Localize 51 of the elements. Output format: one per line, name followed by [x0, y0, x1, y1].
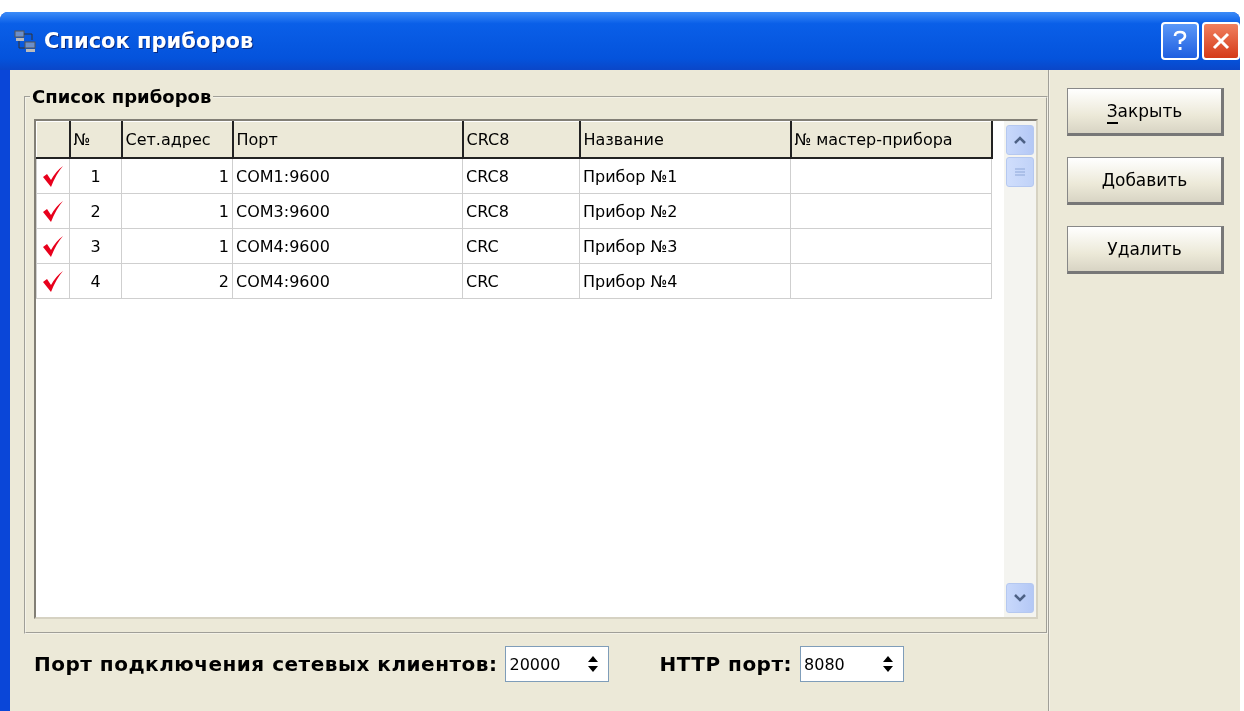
table-cell: 1 [121, 193, 233, 229]
table-cell: Прибор №1 [579, 158, 791, 194]
scroll-up-button[interactable] [1006, 125, 1034, 155]
table-cell: COM1:9600 [232, 158, 463, 194]
dialog-button[interactable]: Добавить [1067, 157, 1224, 205]
dialog-button[interactable]: Закрыть [1067, 88, 1224, 136]
http-port-field[interactable]: 8080 [800, 646, 905, 682]
scroll-down-button[interactable] [1006, 583, 1034, 613]
table-cell: 1 [121, 158, 233, 194]
column-header[interactable]: Название [579, 121, 791, 158]
window-title: Список приборов [44, 29, 254, 53]
table-cell: 1 [69, 158, 122, 194]
table-cell: CRC8 [462, 193, 580, 229]
table-cell: COM4:9600 [232, 263, 463, 299]
table-cell: 2 [69, 193, 122, 229]
grip-icon [1015, 168, 1025, 176]
close-icon [1212, 32, 1230, 50]
http-port-label: HTTP порт: [659, 652, 793, 676]
table-cell: 2 [121, 263, 233, 299]
scroll-thumb[interactable] [1006, 157, 1034, 187]
chevron-down-icon [1013, 593, 1027, 603]
dialog-button[interactable]: Удалить [1067, 226, 1224, 274]
check-cell[interactable] [36, 193, 70, 229]
client-port-label: Порт подключения сетевых клиентов: [34, 652, 498, 676]
chevron-up-icon [1013, 135, 1027, 145]
table-cell: COM4:9600 [232, 228, 463, 264]
column-header[interactable]: № мастер-прибора [790, 121, 992, 158]
client-port-field[interactable]: 20000 [505, 646, 610, 682]
table-cell: CRC [462, 228, 580, 264]
close-button[interactable] [1202, 22, 1240, 60]
check-cell[interactable] [36, 158, 70, 194]
question-icon [1172, 30, 1188, 52]
column-header[interactable]: CRC8 [462, 121, 580, 158]
help-button[interactable] [1161, 22, 1199, 60]
check-cell[interactable] [36, 228, 70, 264]
column-header[interactable]: Сет.адрес [121, 121, 233, 158]
check-cell[interactable] [36, 263, 70, 299]
computers-icon [14, 30, 36, 52]
table-cell: 3 [69, 228, 122, 264]
column-header[interactable]: № [69, 121, 122, 158]
table-cell: Прибор №3 [579, 228, 791, 264]
table-cell: COM3:9600 [232, 193, 463, 229]
table-cell: CRC [462, 263, 580, 299]
table-cell: 1 [121, 228, 233, 264]
table-cell: CRC8 [462, 158, 580, 194]
scrollbar[interactable] [1004, 121, 1036, 617]
group-title: Список приборов [31, 86, 213, 107]
table-cell: Прибор №2 [579, 193, 791, 229]
table-cell: 4 [69, 263, 122, 299]
table-cell: Прибор №4 [579, 263, 791, 299]
column-header[interactable]: Порт [232, 121, 463, 158]
